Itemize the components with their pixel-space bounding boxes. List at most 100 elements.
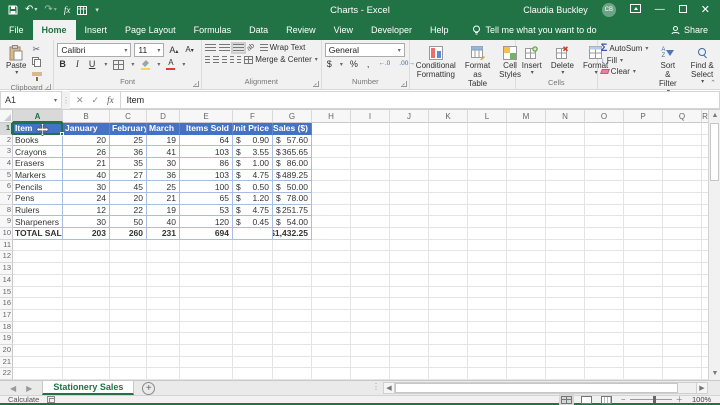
cell-H8[interactable]	[312, 205, 351, 217]
cell-L19[interactable]	[468, 333, 507, 345]
cell-N11[interactable]	[546, 240, 585, 252]
merge-center-button[interactable]: Merge & Center▾	[244, 55, 317, 64]
format-as-table-button[interactable]: Format as Table	[462, 43, 493, 90]
cell-J5[interactable]	[390, 170, 429, 182]
cell-J9[interactable]	[390, 216, 429, 228]
tab-help[interactable]: Help	[421, 20, 458, 40]
cell-K13[interactable]	[429, 263, 468, 275]
cell-M17[interactable]	[507, 310, 546, 322]
cell-N22[interactable]	[546, 368, 585, 380]
cell-F6[interactable]: $0.50	[233, 181, 273, 193]
cell-K17[interactable]	[429, 310, 468, 322]
cell-N13[interactable]	[546, 263, 585, 275]
cell-G6[interactable]: $50.00	[273, 181, 312, 193]
cell-O19[interactable]	[585, 333, 624, 345]
cell-F22[interactable]	[233, 368, 273, 380]
cell-F13[interactable]	[233, 263, 273, 275]
cell-N20[interactable]	[546, 345, 585, 357]
insert-function-icon[interactable]: fx	[107, 95, 114, 105]
cell-G2[interactable]: $57.60	[273, 135, 312, 147]
tab-developer[interactable]: Developer	[362, 20, 421, 40]
zoom-percentage[interactable]: 100%	[692, 395, 712, 404]
cell-H18[interactable]	[312, 322, 351, 334]
cell-C3[interactable]: 36	[110, 146, 147, 158]
borders-icon[interactable]	[113, 60, 124, 70]
cell-O10[interactable]	[585, 228, 624, 240]
cell-O1[interactable]	[585, 123, 624, 135]
cell-K8[interactable]	[429, 205, 468, 217]
cell-A5[interactable]: Markers	[13, 170, 63, 182]
cell-D3[interactable]: 41	[147, 146, 180, 158]
cell-A8[interactable]: Rulers	[13, 205, 63, 217]
cell-P4[interactable]	[624, 158, 663, 170]
cell-O13[interactable]	[585, 263, 624, 275]
page-layout-view-icon[interactable]	[581, 396, 592, 404]
cell-G13[interactable]	[273, 263, 312, 275]
row-header-12[interactable]: 12	[0, 251, 13, 263]
cell-K20[interactable]	[429, 345, 468, 357]
cell-E4[interactable]: 86	[180, 158, 233, 170]
row-header-1[interactable]: 1	[0, 123, 13, 135]
cell-F2[interactable]: $0.90	[233, 135, 273, 147]
cell-F11[interactable]	[233, 240, 273, 252]
cell-B13[interactable]	[63, 263, 110, 275]
cell-C5[interactable]: 27	[110, 170, 147, 182]
cell-L10[interactable]	[468, 228, 507, 240]
row-header-7[interactable]: 7	[0, 193, 13, 205]
cell-L5[interactable]	[468, 170, 507, 182]
save-icon[interactable]	[8, 5, 18, 15]
cell-G10[interactable]: $1,432.25	[273, 228, 312, 240]
cell-A15[interactable]	[13, 287, 63, 299]
cell-K14[interactable]	[429, 275, 468, 287]
cell-J3[interactable]	[390, 146, 429, 158]
cell-H12[interactable]	[312, 251, 351, 263]
cell-I9[interactable]	[351, 216, 390, 228]
cell-O7[interactable]	[585, 193, 624, 205]
cell-E17[interactable]	[180, 310, 233, 322]
cell-N21[interactable]	[546, 357, 585, 369]
cell-P14[interactable]	[624, 275, 663, 287]
cell-L15[interactable]	[468, 287, 507, 299]
cell-O12[interactable]	[585, 251, 624, 263]
cell-J1[interactable]	[390, 123, 429, 135]
cell-L20[interactable]	[468, 345, 507, 357]
cell-Q6[interactable]	[663, 181, 702, 193]
cell-P20[interactable]	[624, 345, 663, 357]
alignment-dialog-launcher[interactable]	[313, 81, 319, 87]
cell-M8[interactable]	[507, 205, 546, 217]
cell-O14[interactable]	[585, 275, 624, 287]
avatar[interactable]: CB	[602, 3, 616, 17]
cell-E14[interactable]	[180, 275, 233, 287]
cell-C21[interactable]	[110, 357, 147, 369]
cell-D8[interactable]: 19	[147, 205, 180, 217]
cell-I3[interactable]	[351, 146, 390, 158]
cell-E11[interactable]	[180, 240, 233, 252]
zoom-in-icon[interactable]: ＋	[676, 394, 684, 405]
cell-O21[interactable]	[585, 357, 624, 369]
cell-L9[interactable]	[468, 216, 507, 228]
scroll-down-icon[interactable]: ▼	[709, 368, 720, 380]
row-header-6[interactable]: 6	[0, 181, 13, 193]
align-right-icon[interactable]	[222, 56, 228, 64]
cell-F4[interactable]: $1.00	[233, 158, 273, 170]
cell-Q21[interactable]	[663, 357, 702, 369]
customize-qat-icon[interactable]: ▾	[94, 7, 99, 14]
cell-K9[interactable]	[429, 216, 468, 228]
maximize-button[interactable]	[679, 5, 687, 16]
cell-A20[interactable]	[13, 345, 63, 357]
format-painter-icon[interactable]	[32, 72, 42, 83]
cell-D18[interactable]	[147, 322, 180, 334]
zoom-slider[interactable]: − ＋	[621, 394, 683, 405]
cell-N17[interactable]	[546, 310, 585, 322]
cell-G22[interactable]	[273, 368, 312, 380]
cell-H3[interactable]	[312, 146, 351, 158]
macro-record-icon[interactable]	[47, 396, 55, 403]
cell-E13[interactable]	[180, 263, 233, 275]
column-header-P[interactable]: P	[624, 110, 663, 123]
orientation-icon[interactable]: ab	[245, 42, 255, 52]
ribbon-display-options-icon[interactable]	[630, 4, 641, 16]
cell-G11[interactable]	[273, 240, 312, 252]
cell-C17[interactable]	[110, 310, 147, 322]
cell-A12[interactable]	[13, 251, 63, 263]
cell-J4[interactable]	[390, 158, 429, 170]
